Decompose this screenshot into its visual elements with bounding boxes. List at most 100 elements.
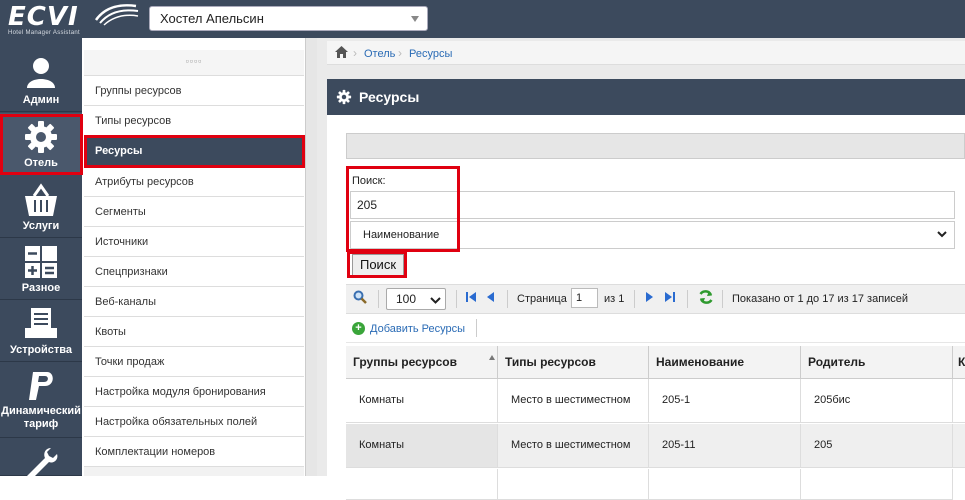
gear-icon — [25, 121, 57, 153]
nav-item-services[interactable]: Услуги — [0, 176, 82, 238]
nav-item-tools[interactable] — [0, 440, 82, 480]
submenu-item-resource-attributes[interactable]: Атрибуты ресурсов — [84, 167, 304, 197]
search-field-select[interactable]: Наименование — [350, 221, 955, 249]
page-size-value: 100 — [396, 292, 417, 306]
pager-divider — [634, 290, 635, 308]
submenu-item-required-fields[interactable]: Настройка обязательных полей — [84, 407, 304, 437]
logo-swoosh-icon — [94, 4, 139, 26]
hotel-select-value: Хостел Апельсин — [160, 11, 264, 26]
page-label: Страница — [517, 293, 567, 305]
nav-item-hotel[interactable]: Отель — [0, 113, 82, 175]
page-number-input[interactable]: 1 — [571, 288, 598, 308]
wrench-icon — [27, 448, 58, 480]
search-field-value: Наименование — [363, 229, 440, 241]
nav-label: Устройства — [9, 344, 73, 356]
breadcrumb-separator: › — [398, 46, 402, 60]
table-cell — [346, 469, 498, 500]
panel-header: Ресурсы — [327, 79, 965, 115]
submenu-item-segments[interactable]: Сегменты — [84, 197, 304, 227]
nav-item-dynamic-tariff[interactable]: Динамический тариф — [0, 362, 82, 438]
sort-asc-icon — [489, 355, 495, 360]
table-cell: 205-1 — [649, 379, 801, 423]
table-cell: Место в шестиместном — [498, 424, 649, 468]
prev-page-icon[interactable] — [485, 291, 495, 303]
page-of-label: из 1 — [604, 293, 625, 305]
nav-label: Разное — [21, 282, 61, 294]
submenu-item-web-channels[interactable]: Веб-каналы — [84, 287, 304, 317]
magnifier-icon[interactable] — [353, 290, 367, 304]
last-page-icon[interactable] — [664, 291, 676, 303]
toolbar-divider — [476, 319, 477, 337]
basket-icon — [25, 183, 57, 216]
printer-icon — [25, 308, 57, 338]
nav-label: Услуги — [22, 220, 60, 232]
pager-divider — [722, 290, 723, 308]
pager-divider — [507, 290, 508, 308]
add-icon: + — [352, 322, 365, 335]
table-cell: Комнаты — [346, 379, 498, 423]
column-header-truncated[interactable]: К — [953, 346, 965, 379]
submenu-item-room-configs[interactable]: Комплектации номеров — [84, 437, 304, 467]
page-size-select[interactable]: 100 — [386, 288, 446, 310]
submenu-item-booking-module[interactable]: Настройка модуля бронирования — [84, 377, 304, 407]
submenu-item-special-flags[interactable]: Спецпризнаки — [84, 257, 304, 287]
records-info: Показано от 1 до 17 из 17 записей — [732, 293, 909, 305]
search-input[interactable]: 205 — [350, 191, 955, 219]
add-resource-button[interactable]: Добавить Ресурсы — [370, 323, 465, 335]
logo-subtitle: Hotel Manager Assistant — [8, 30, 80, 36]
home-icon[interactable] — [335, 46, 348, 58]
table-cell: 205-11 — [649, 424, 801, 468]
nav-item-devices[interactable]: Устройства — [0, 300, 82, 362]
submenu-item-resources[interactable]: Ресурсы — [84, 136, 304, 166]
table-cell — [953, 424, 965, 468]
user-icon — [27, 58, 55, 88]
top-bar — [0, 0, 965, 38]
nav-label: Динамический тариф — [1, 405, 81, 430]
nav-label: Отель — [24, 157, 58, 169]
chevron-down-icon — [430, 297, 441, 304]
column-header-name[interactable]: Наименование — [649, 346, 801, 379]
nav-label: Админ — [22, 94, 60, 106]
nav-item-admin[interactable]: Админ — [0, 50, 82, 112]
submenu-item-sources[interactable]: Источники — [84, 227, 304, 257]
nav-item-misc[interactable]: Разное — [0, 238, 82, 300]
logo: ECVI Hotel Manager Assistant — [8, 2, 80, 36]
submenu-item-resource-groups[interactable]: Группы ресурсов — [84, 76, 304, 106]
hotel-select[interactable]: Хостел Апельсин — [149, 6, 428, 31]
table-cell — [649, 469, 801, 500]
breadcrumb-resources[interactable]: Ресурсы — [409, 48, 452, 60]
logo-text: ECVI — [8, 2, 79, 32]
table-cell — [801, 469, 953, 500]
table-cell: Комнаты — [346, 424, 498, 468]
table-cell — [953, 379, 965, 423]
panel-splitter[interactable] — [305, 38, 317, 476]
column-header-label: Типы ресурсов — [505, 355, 596, 369]
table-cell: Место в шестиместном — [498, 379, 649, 423]
pager-divider — [687, 290, 688, 308]
refresh-icon[interactable] — [698, 289, 714, 305]
breadcrumb-separator: › — [353, 46, 357, 60]
column-header-resource-types[interactable]: Типы ресурсов — [498, 346, 649, 379]
pager-divider — [378, 290, 379, 308]
submenu-item-points-of-sale[interactable]: Точки продаж — [84, 347, 304, 377]
table-cell — [498, 469, 649, 500]
chevron-down-icon — [411, 16, 419, 22]
submenu-resize-handle[interactable]: ▫▫▫▫ — [84, 50, 304, 76]
next-page-icon[interactable] — [645, 291, 655, 303]
column-header-resource-groups[interactable]: Группы ресурсов — [346, 346, 498, 379]
search-button[interactable]: Поиск — [352, 254, 404, 276]
search-label: Поиск: — [352, 175, 386, 187]
first-page-icon[interactable] — [465, 291, 477, 303]
pager-divider — [456, 290, 457, 308]
column-header-label: Наименование — [656, 355, 745, 369]
column-header-label: Группы ресурсов — [353, 355, 458, 369]
column-header-parent[interactable]: Родитель — [801, 346, 953, 379]
chevron-down-icon — [937, 231, 947, 238]
breadcrumb-hotel[interactable]: Отель — [364, 48, 395, 60]
submenu-item-resource-types[interactable]: Типы ресурсов — [84, 106, 304, 136]
submenu-item-quotas[interactable]: Квоты — [84, 317, 304, 347]
table-cell: 205 — [801, 424, 953, 468]
column-header-label: К — [958, 355, 965, 369]
calculator-icon — [25, 246, 57, 278]
paypal-icon — [29, 372, 53, 400]
